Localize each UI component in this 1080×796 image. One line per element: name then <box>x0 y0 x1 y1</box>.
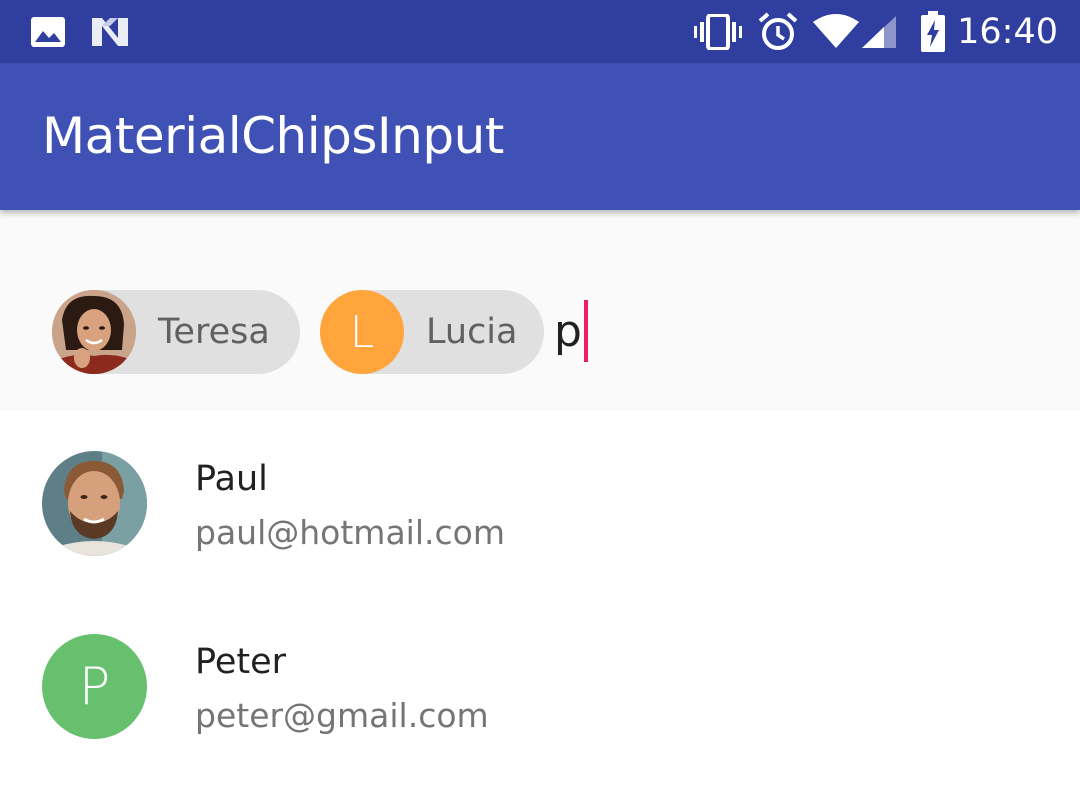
avatar-letter: P <box>78 656 111 717</box>
chip-label: Lucia <box>426 312 518 352</box>
chips-input-area[interactable]: Teresa L Lucia p <box>0 210 1080 411</box>
battery-charging-icon <box>920 0 946 63</box>
teresa-avatar <box>52 290 136 374</box>
clock-time: 16:40 <box>957 11 1058 52</box>
lucia-avatar: L <box>320 290 404 374</box>
chip-label: Teresa <box>158 312 270 352</box>
chip-lucia[interactable]: L Lucia <box>320 290 544 374</box>
avatar-letter: L <box>349 306 375 358</box>
text-cursor <box>583 300 588 362</box>
app-bar: MaterialChipsInput <box>0 63 1080 210</box>
wifi-icon <box>812 0 860 63</box>
paul-avatar <box>42 451 147 556</box>
contact-name: Peter <box>195 642 287 682</box>
image-icon <box>30 0 66 63</box>
alarm-icon <box>758 0 798 63</box>
cell-signal-icon <box>860 0 900 63</box>
suggestion-list: Paul paul@hotmail.com P Peter peter@gmai… <box>0 411 1080 796</box>
chip-teresa[interactable]: Teresa <box>52 290 300 374</box>
typed-text: p <box>554 305 582 357</box>
contact-email: paul@hotmail.com <box>195 513 505 552</box>
status-bar: 16:40 <box>0 0 1080 63</box>
app-title: MaterialChipsInput <box>42 107 504 165</box>
peter-avatar: P <box>42 634 147 739</box>
chips-text-input[interactable]: p <box>554 300 588 362</box>
contact-name: Paul <box>195 459 268 499</box>
contact-email: peter@gmail.com <box>195 696 489 735</box>
list-item[interactable]: Paul paul@hotmail.com <box>0 411 1080 594</box>
vibrate-icon <box>694 0 742 63</box>
list-item[interactable]: P Peter peter@gmail.com <box>0 594 1080 777</box>
n-logo-icon <box>90 0 130 63</box>
